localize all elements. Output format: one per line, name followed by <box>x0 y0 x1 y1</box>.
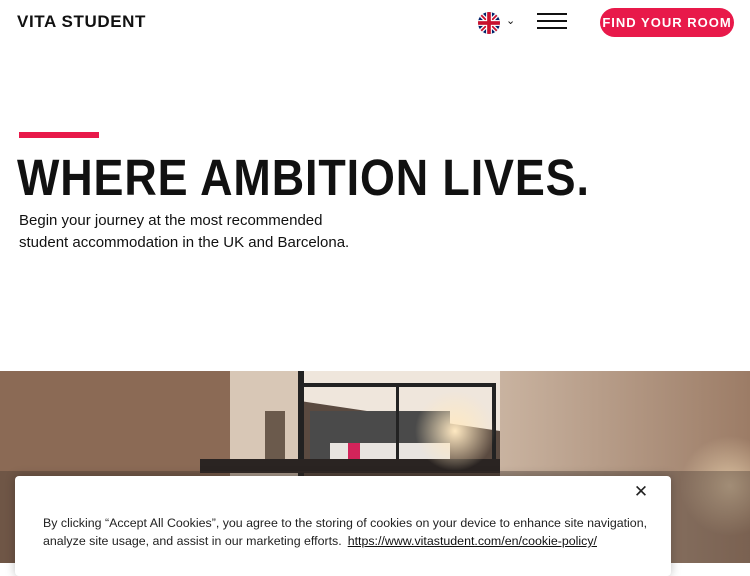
cookie-policy-link[interactable]: https://www.vitastudent.com/en/cookie-po… <box>348 534 597 548</box>
language-selector[interactable]: ⌄ <box>478 12 520 34</box>
hero-subtitle: Begin your journey at the most recommend… <box>19 210 399 254</box>
hamburger-icon[interactable] <box>537 13 567 31</box>
find-your-room-button[interactable]: FIND YOUR ROOM <box>600 8 734 37</box>
site-logo[interactable]: VITA STUDENT <box>17 12 146 32</box>
hero-subtitle-line-2: student accommodation in the UK and Barc… <box>19 234 350 251</box>
cookie-banner: ✕ By clicking “Accept All Cookies”, you … <box>15 476 671 576</box>
chevron-down-icon: ⌄ <box>506 14 516 27</box>
headline-accent-bar <box>19 132 99 138</box>
cookie-banner-text: By clicking “Accept All Cookies”, you ag… <box>43 514 653 550</box>
page-title: WHERE AMBITION LIVES. <box>17 149 590 206</box>
close-icon[interactable]: ✕ <box>632 483 650 501</box>
hero-subtitle-line-1: Begin your journey at the most recommend… <box>19 212 323 229</box>
uk-flag-icon <box>478 12 500 34</box>
site-header: VITA STUDENT ⌄ FIND YOUR ROOM <box>0 0 750 48</box>
